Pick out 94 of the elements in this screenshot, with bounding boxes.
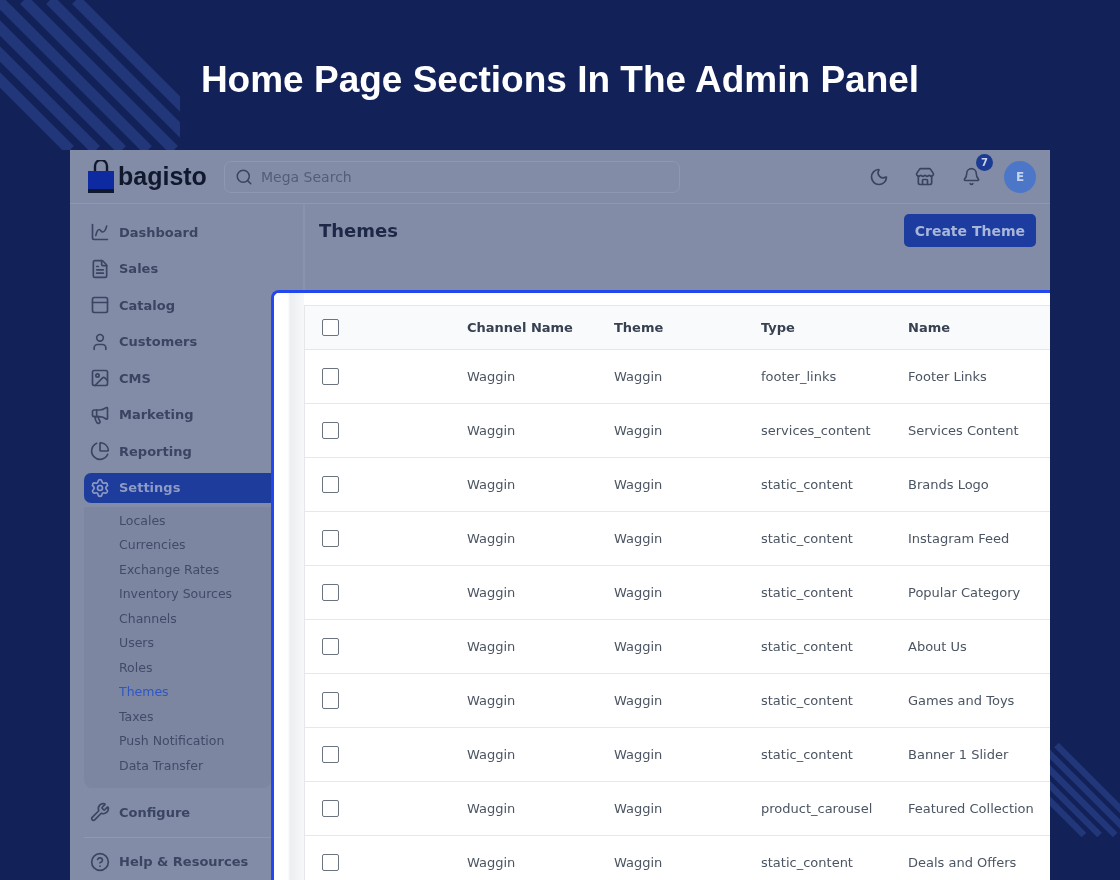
document-icon <box>90 258 110 279</box>
table-cell-text: static_content <box>761 693 854 708</box>
table-cell-text: Waggin <box>614 855 664 870</box>
table-cell-text: Instagram Feed <box>908 531 1011 546</box>
checkbox[interactable] <box>322 422 339 439</box>
sidebar-item[interactable]: Settings <box>84 472 271 503</box>
column-header[interactable]: Channel Name <box>467 320 614 335</box>
submenu-item[interactable]: Data Transfer <box>119 753 271 778</box>
pie-chart-icon <box>90 441 110 462</box>
table-cell-text: Waggin <box>467 801 517 816</box>
submenu-item[interactable]: Exchange Rates <box>119 557 271 582</box>
help-icon <box>90 851 110 872</box>
chart-icon <box>90 222 110 243</box>
table-cell-text: Games and Toys <box>908 693 1016 708</box>
table-cell-text: services_content <box>761 423 872 438</box>
panel-icon <box>90 295 110 316</box>
table-cell-text: Waggin <box>614 693 664 708</box>
logo-text: bagisto <box>118 162 207 191</box>
table-cell-text: Popular Category <box>908 585 1022 600</box>
table-cell-text: Waggin <box>614 801 664 816</box>
submenu-item[interactable]: Channels <box>119 606 271 631</box>
table-cell-text: Waggin <box>614 639 664 654</box>
megaphone-icon <box>90 404 110 425</box>
column-header[interactable]: Name <box>908 320 1050 335</box>
checkbox[interactable] <box>322 800 339 817</box>
table-cell-text: Waggin <box>467 747 517 762</box>
table-cell-text: Footer Links <box>908 369 988 384</box>
sidebar-item[interactable]: Sales <box>84 253 271 284</box>
table-cell-text: Waggin <box>467 585 517 600</box>
submenu-item[interactable]: Currencies <box>119 533 271 558</box>
table-cell-text: Deals and Offers <box>908 855 1018 870</box>
submenu-item[interactable]: Users <box>119 631 271 656</box>
table-cell-text: Waggin <box>467 693 517 708</box>
sidebar-item[interactable]: Marketing <box>84 399 271 430</box>
checkbox[interactable] <box>322 319 339 336</box>
column-header[interactable]: Type <box>761 320 908 335</box>
checkbox[interactable] <box>322 854 339 871</box>
sidebar-item[interactable]: Dashboard <box>84 217 271 248</box>
table-cell-text: Waggin <box>614 423 664 438</box>
image-icon <box>90 368 110 389</box>
table-cell-text: Waggin <box>467 531 517 546</box>
table-cell-text: footer_links <box>761 369 838 384</box>
table-cell-text: Waggin <box>467 423 517 438</box>
sidebar-item[interactable]: Customers <box>84 326 271 357</box>
table-cell-text: static_content <box>761 477 854 492</box>
submenu-item[interactable]: Themes <box>119 680 271 705</box>
table-cell-text: About Us <box>908 639 968 654</box>
submenu-item[interactable]: Taxes <box>119 704 271 729</box>
submenu-item[interactable]: Inventory Sources <box>119 582 271 607</box>
checkbox[interactable] <box>322 746 339 763</box>
table-cell-text: Waggin <box>467 639 517 654</box>
settings-icon <box>90 477 110 498</box>
sidebar-item[interactable]: Reporting <box>84 436 271 467</box>
page-title: Themes <box>319 220 398 241</box>
user-icon <box>90 331 110 352</box>
checkbox[interactable] <box>322 368 339 385</box>
headline: Home Page Sections In The Admin Panel <box>200 58 920 102</box>
table-cell-text: Waggin <box>614 369 664 384</box>
submenu-item[interactable]: Locales <box>119 508 271 533</box>
checkbox[interactable] <box>322 638 339 655</box>
table-cell-text: product_carousel <box>761 801 874 816</box>
table-cell-text: Waggin <box>614 747 664 762</box>
checkbox[interactable] <box>322 476 339 493</box>
table-cell-text: static_content <box>761 531 854 546</box>
table-cell-text: Featured Collection <box>908 801 1035 816</box>
table-cell-text: static_content <box>761 747 854 762</box>
table-cell-text: static_content <box>761 585 854 600</box>
notification-badge: 7 <box>976 153 993 171</box>
search-icon <box>235 167 253 186</box>
sidebar-item[interactable]: Help & Resources <box>84 846 271 877</box>
checkbox[interactable] <box>322 692 339 709</box>
table-cell-text: Waggin <box>467 369 517 384</box>
table-cell-text: Waggin <box>614 477 664 492</box>
sidebar-item[interactable]: CMS <box>84 363 271 394</box>
sidebar-item[interactable]: Catalog <box>84 290 271 321</box>
table-cell-text: Brands Logo <box>908 477 990 492</box>
table-cell-text: Waggin <box>467 855 517 870</box>
table-cell-text: Services Content <box>908 423 1020 438</box>
submenu-item[interactable]: Push Notification <box>119 729 271 754</box>
table-cell-text: Waggin <box>614 531 664 546</box>
submenu-item[interactable]: Roles <box>119 655 271 680</box>
avatar[interactable]: E <box>1004 160 1036 193</box>
checkbox[interactable] <box>322 530 339 547</box>
create-theme-button[interactable]: Create Theme <box>903 214 1036 247</box>
column-header[interactable]: Theme <box>614 320 761 335</box>
table-cell-text: Waggin <box>467 477 517 492</box>
checkbox[interactable] <box>322 584 339 601</box>
sidebar-item[interactable]: Configure <box>84 797 271 828</box>
wrench-icon <box>90 802 110 823</box>
table-cell-text: Banner 1 Slider <box>908 747 1010 762</box>
table-cell-text: Waggin <box>614 585 664 600</box>
table-cell-text: static_content <box>761 855 854 870</box>
shopping-bag-icon <box>88 160 114 193</box>
table-cell-text: static_content <box>761 639 854 654</box>
